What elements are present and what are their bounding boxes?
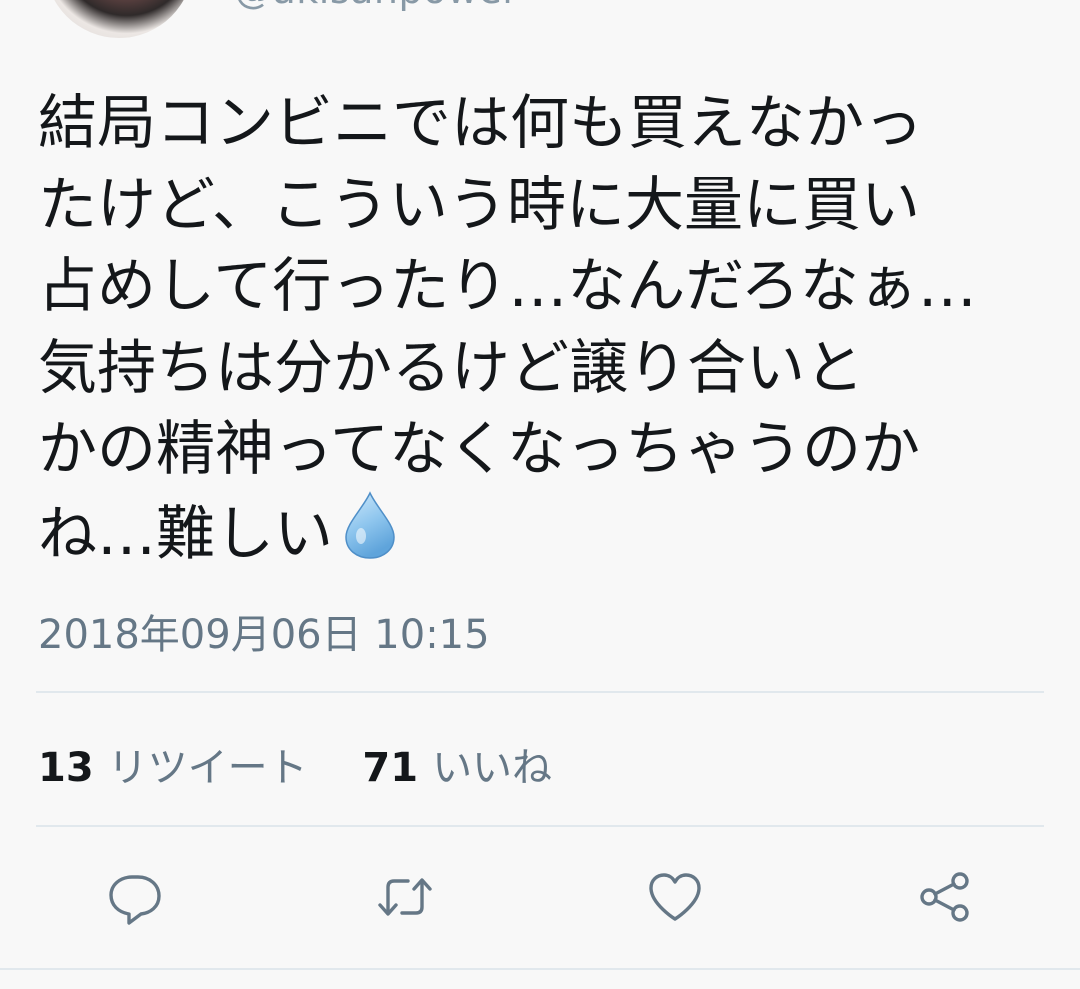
- retweet-label: リツイート: [107, 745, 308, 791]
- avatar[interactable]: [45, 0, 193, 38]
- retweet-button[interactable]: [370, 862, 440, 932]
- tweet-line: 占めして行ったり…なんだろなぁ…: [38, 251, 977, 320]
- tweet-line-text: ね…難しい: [38, 498, 334, 568]
- retweet-stat[interactable]: 13 リツイート: [38, 735, 308, 793]
- divider: [36, 825, 1044, 827]
- tweet-text: 結局コンビニでは何も買えなかっ たけど、こういう時に大量に買い 占めして行ったり…: [38, 82, 1048, 574]
- share-button[interactable]: [910, 862, 980, 932]
- like-icon: [649, 873, 701, 921]
- author-handle[interactable]: @akisanpower: [234, 0, 518, 12]
- share-icon: [920, 872, 969, 922]
- tweet-timestamp[interactable]: 2018年09月06日 10:15: [38, 602, 490, 660]
- tweet-line: 結局コンビニでは何も買えなかっ: [38, 88, 924, 157]
- like-label: いいね: [432, 745, 553, 791]
- like-stat[interactable]: 71 いいね: [362, 735, 552, 793]
- bottom-divider: [0, 968, 1080, 970]
- tweet-line: 気持ちは分かるけど譲り合いと: [38, 332, 865, 402]
- retweet-icon: [378, 878, 432, 916]
- like-button[interactable]: [640, 862, 710, 932]
- retweet-count: 13: [38, 745, 94, 791]
- tweet-line: たけど、こういう時に大量に買い: [38, 169, 921, 239]
- divider: [36, 691, 1044, 693]
- reply-icon: [109, 875, 161, 925]
- droplet-emoji-icon: [345, 490, 395, 559]
- tweet-line-last: ね…難しい: [38, 490, 1048, 575]
- like-count: 71: [362, 745, 419, 791]
- reply-button[interactable]: [100, 862, 170, 932]
- tweet-line: かの精神ってなくなっちゃうのか: [38, 414, 921, 483]
- tweet-stats: 13 リツイート 71 いいね: [38, 735, 552, 793]
